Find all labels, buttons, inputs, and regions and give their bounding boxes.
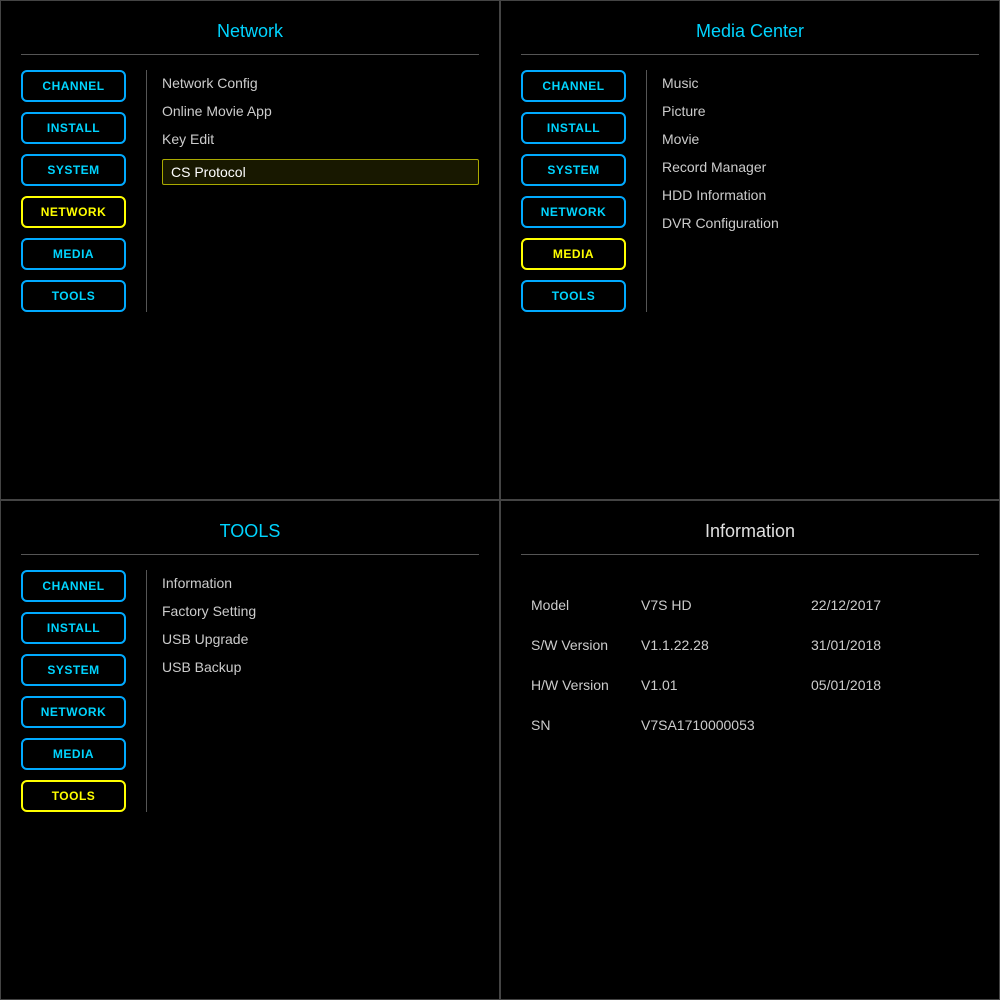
media-center-nav: CHANNEL INSTALL SYSTEM NETWORK MEDIA TOO… [521,70,631,312]
media-btn-system[interactable]: SYSTEM [521,154,626,186]
network-nav: CHANNEL INSTALL SYSTEM NETWORK MEDIA TOO… [21,70,131,312]
menu-usb-upgrade[interactable]: USB Upgrade [162,631,479,647]
info-row-hw: H/W Version V1.01 05/01/2018 [521,665,979,705]
menu-network-config[interactable]: Network Config [162,75,479,91]
media-btn-install[interactable]: INSTALL [521,112,626,144]
info-row-sw: S/W Version V1.1.22.28 31/01/2018 [521,625,979,665]
menu-hdd-information[interactable]: HDD Information [662,187,979,203]
main-grid: Network CHANNEL INSTALL SYSTEM NETWORK M… [0,0,1000,1000]
value-model: V7S HD [641,597,801,613]
network-quadrant: Network CHANNEL INSTALL SYSTEM NETWORK M… [0,0,500,500]
network-btn-system[interactable]: SYSTEM [21,154,126,186]
value-hw: V1.01 [641,677,801,693]
menu-factory-setting[interactable]: Factory Setting [162,603,479,619]
media-nav-divider [646,70,647,312]
label-model: Model [531,597,631,613]
tools-divider [21,554,479,555]
tools-content: CHANNEL INSTALL SYSTEM NETWORK MEDIA TOO… [21,570,479,812]
tools-btn-media[interactable]: MEDIA [21,738,126,770]
menu-online-movie[interactable]: Online Movie App [162,103,479,119]
tools-menu: Information Factory Setting USB Upgrade … [162,570,479,812]
information-panel: Model V7S HD 22/12/2017 S/W Version V1.1… [521,570,979,745]
tools-nav-divider [146,570,147,812]
network-btn-network[interactable]: NETWORK [21,196,126,228]
information-title: Information [705,521,795,542]
media-btn-network[interactable]: NETWORK [521,196,626,228]
value-sw: V1.1.22.28 [641,637,801,653]
menu-movie[interactable]: Movie [662,131,979,147]
media-btn-media[interactable]: MEDIA [521,238,626,270]
label-hw: H/W Version [531,677,631,693]
network-menu: Network Config Online Movie App Key Edit… [162,70,479,312]
menu-music[interactable]: Music [662,75,979,91]
media-center-title: Media Center [696,21,804,42]
date-hw: 05/01/2018 [811,677,881,693]
menu-record-manager[interactable]: Record Manager [662,159,979,175]
info-row-model: Model V7S HD 22/12/2017 [521,585,979,625]
network-btn-tools[interactable]: TOOLS [21,280,126,312]
media-btn-tools[interactable]: TOOLS [521,280,626,312]
menu-dvr-configuration[interactable]: DVR Configuration [662,215,979,231]
tools-quadrant: TOOLS CHANNEL INSTALL SYSTEM NETWORK MED… [0,500,500,1000]
menu-usb-backup[interactable]: USB Backup [162,659,479,675]
tools-btn-tools[interactable]: TOOLS [21,780,126,812]
tools-btn-install[interactable]: INSTALL [21,612,126,644]
information-quadrant: Information Model V7S HD 22/12/2017 S/W … [500,500,1000,1000]
network-content: CHANNEL INSTALL SYSTEM NETWORK MEDIA TOO… [21,70,479,312]
media-center-quadrant: Media Center CHANNEL INSTALL SYSTEM NETW… [500,0,1000,500]
media-center-content: CHANNEL INSTALL SYSTEM NETWORK MEDIA TOO… [521,70,979,312]
menu-cs-protocol[interactable]: CS Protocol [162,159,479,185]
tools-title: TOOLS [220,521,281,542]
network-btn-channel[interactable]: CHANNEL [21,70,126,102]
info-table: Model V7S HD 22/12/2017 S/W Version V1.1… [521,585,979,745]
label-sn: SN [531,717,631,733]
media-center-divider [521,54,979,55]
menu-key-edit[interactable]: Key Edit [162,131,479,147]
date-sw: 31/01/2018 [811,637,881,653]
network-btn-media[interactable]: MEDIA [21,238,126,270]
value-sn: V7SA1710000053 [641,717,801,733]
menu-information[interactable]: Information [162,575,479,591]
network-divider [21,54,479,55]
tools-nav: CHANNEL INSTALL SYSTEM NETWORK MEDIA TOO… [21,570,131,812]
label-sw: S/W Version [531,637,631,653]
date-model: 22/12/2017 [811,597,881,613]
network-nav-divider [146,70,147,312]
tools-btn-network[interactable]: NETWORK [21,696,126,728]
media-menu: Music Picture Movie Record Manager HDD I… [662,70,979,312]
network-title: Network [217,21,283,42]
media-btn-channel[interactable]: CHANNEL [521,70,626,102]
tools-btn-channel[interactable]: CHANNEL [21,570,126,602]
menu-picture[interactable]: Picture [662,103,979,119]
info-row-sn: SN V7SA1710000053 [521,705,979,745]
information-divider [521,554,979,555]
tools-btn-system[interactable]: SYSTEM [21,654,126,686]
network-btn-install[interactable]: INSTALL [21,112,126,144]
